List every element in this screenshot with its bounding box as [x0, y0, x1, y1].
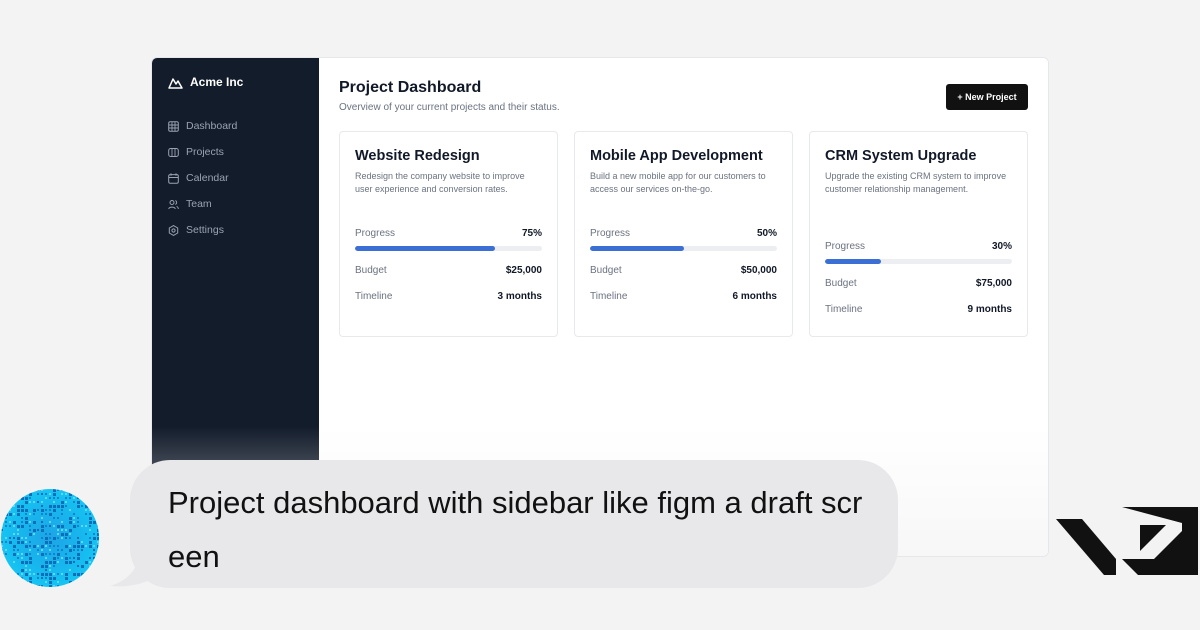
sidebar-item-projects[interactable]: Projects [168, 139, 303, 165]
calendar-icon [168, 172, 179, 184]
v0-logo-icon [1056, 505, 1200, 577]
progress-row: Progress 30% [825, 239, 1012, 253]
budget-value: $75,000 [975, 277, 1012, 289]
columns-icon [168, 147, 179, 158]
progress-bar-fill [590, 246, 684, 251]
progress-bar-fill [355, 246, 496, 251]
progress-label: Progress [825, 240, 866, 252]
timeline-row: Timeline 3 months [355, 289, 542, 303]
progress-label: Progress [355, 227, 396, 239]
project-title: CRM System Upgrade [825, 148, 977, 164]
progress-row: Progress 50% [590, 226, 777, 240]
project-card[interactable]: Website Redesign Redesign the company we… [339, 131, 558, 337]
users-icon [168, 199, 179, 210]
project-card[interactable]: Mobile App Development Build a new mobil… [574, 131, 793, 337]
budget-row: Budget $25,000 [355, 263, 542, 277]
project-stats: Progress 75% Budget $25,000 Timeline 3 m… [355, 226, 542, 303]
progress-bar [825, 259, 1012, 264]
brand[interactable]: Acme Inc [168, 75, 303, 89]
timeline-value: 9 months [967, 303, 1012, 315]
timeline-row: Timeline 9 months [825, 302, 1012, 316]
mountain-logo-icon [168, 76, 183, 89]
sidebar-item-calendar[interactable]: Calendar [168, 165, 303, 191]
progress-bar-fill [825, 259, 882, 264]
sidebar-item-team[interactable]: Team [168, 191, 303, 217]
progress-bar [355, 246, 542, 251]
timeline-value: 6 months [732, 290, 777, 302]
budget-value: $25,000 [505, 264, 542, 276]
timeline-value: 3 months [497, 290, 542, 302]
project-title: Website Redesign [355, 148, 480, 164]
project-description: Redesign the company website to improve … [355, 171, 525, 194]
timeline-label: Timeline [825, 303, 863, 315]
timeline-row: Timeline 6 months [590, 289, 777, 303]
timeline-label: Timeline [355, 290, 393, 302]
sidebar-item-label: Team [186, 198, 212, 210]
budget-label: Budget [355, 264, 387, 276]
chat-message: Project dashboard with sidebar like figm… [168, 485, 863, 574]
progress-value: 75% [521, 227, 542, 239]
project-stats: Progress 50% Budget $50,000 Timeline 6 m… [590, 226, 777, 303]
project-cards: Website Redesign Redesign the company we… [339, 131, 1028, 337]
sidebar-item-label: Dashboard [186, 120, 238, 132]
project-description: Build a new mobile app for our customers… [590, 171, 766, 194]
budget-row: Budget $75,000 [825, 276, 1012, 290]
project-title: Mobile App Development [590, 148, 763, 164]
gear-icon [168, 224, 179, 236]
sidebar-item-label: Settings [186, 224, 224, 236]
page-subtitle: Overview of your current projects and th… [339, 102, 560, 113]
progress-row: Progress 75% [355, 226, 542, 240]
progress-value: 50% [756, 227, 777, 239]
chat-bubble: Project dashboard with sidebar like figm… [130, 460, 898, 588]
sidebar-item-label: Projects [186, 146, 224, 158]
budget-value: $50,000 [740, 264, 777, 276]
sidebar-item-label: Calendar [186, 172, 229, 184]
budget-label: Budget [590, 264, 622, 276]
new-project-button[interactable]: + New Project [946, 84, 1028, 110]
pixel-pattern-icon [1, 489, 99, 587]
progress-label: Progress [590, 227, 631, 239]
project-description: Upgrade the existing CRM system to impro… [825, 171, 1007, 194]
avatar [1, 489, 99, 587]
progress-value: 30% [991, 240, 1012, 252]
project-card[interactable]: CRM System Upgrade Upgrade the existing … [809, 131, 1028, 337]
budget-label: Budget [825, 277, 857, 289]
timeline-label: Timeline [590, 290, 628, 302]
project-stats: Progress 30% Budget $75,000 Timeline 9 m… [825, 239, 1012, 316]
page-title: Project Dashboard [339, 79, 482, 96]
grid-icon [168, 120, 179, 132]
budget-row: Budget $50,000 [590, 263, 777, 277]
progress-bar [590, 246, 777, 251]
sidebar-item-settings[interactable]: Settings [168, 217, 303, 243]
brand-name: Acme Inc [190, 75, 244, 89]
sidebar-item-dashboard[interactable]: Dashboard [168, 113, 303, 139]
